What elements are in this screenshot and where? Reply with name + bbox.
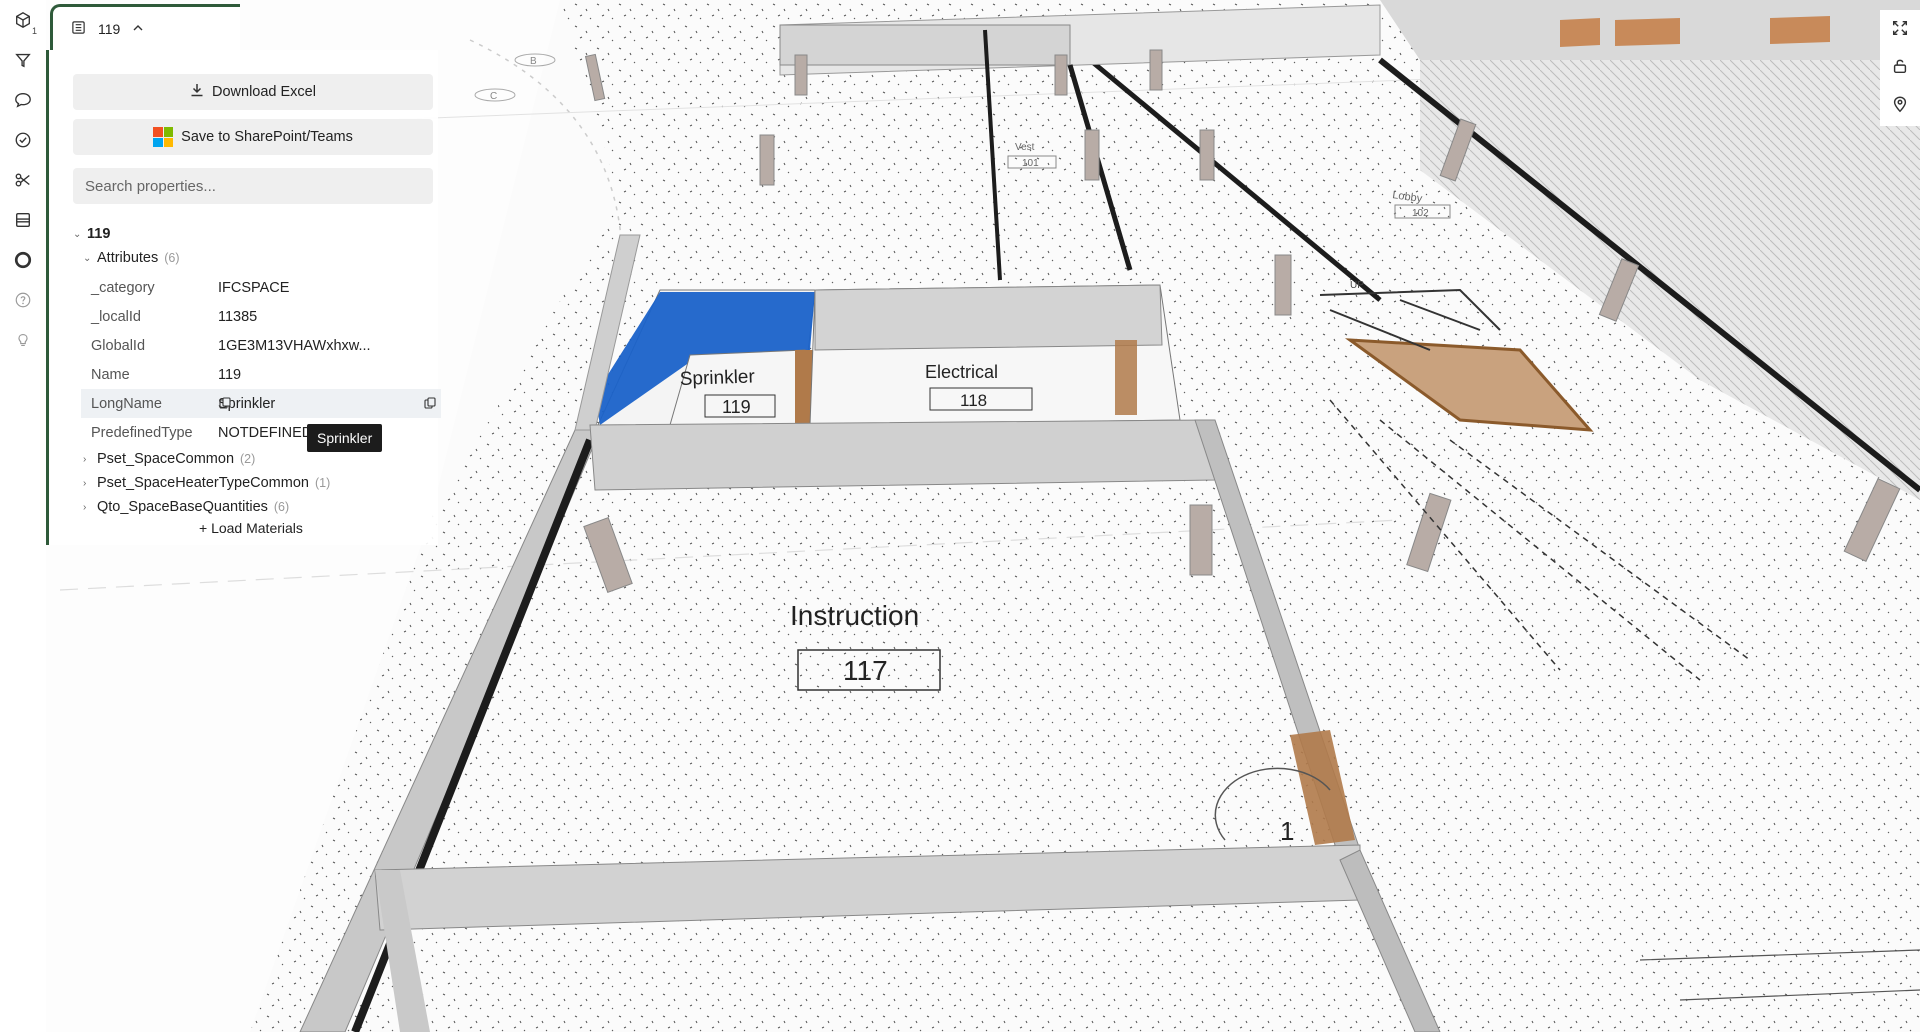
property-row[interactable]: _localId 11385 (81, 302, 441, 331)
attributes-label: Attributes (97, 250, 159, 266)
scissors-icon (14, 171, 32, 194)
load-materials-button[interactable]: + Load Materials (199, 520, 303, 536)
grid-mark-b: B (530, 56, 537, 67)
chevron-down-icon: ⌄ (73, 228, 82, 240)
fullscreen-icon (1891, 19, 1909, 42)
ghost-toggle-icon (14, 251, 32, 274)
cube-icon (14, 11, 32, 34)
pset-node[interactable]: › Pset_SpaceHeaterTypeCommon (1) (83, 471, 330, 495)
property-key: LongName (91, 395, 162, 412)
chevron-right-icon: › (83, 453, 87, 465)
unlock-icon (1891, 57, 1909, 80)
room-label-instruction-name: Instruction (790, 600, 919, 631)
cube-badge: 1 (31, 26, 37, 36)
property-value: 11385 (218, 308, 258, 325)
pset-node[interactable]: › Qto_SpaceBaseQuantities (6) (83, 495, 289, 519)
room-label-vest-number: 101 (1022, 158, 1039, 169)
left-toolbar: 1 (0, 0, 46, 1032)
download-excel-label: Download Excel (212, 84, 316, 100)
tree-root-node[interactable]: ⌄ 119 (73, 222, 110, 246)
room-label-sprinkler-number: 119 (722, 397, 751, 417)
issues-tool[interactable] (9, 130, 37, 154)
property-row[interactable]: _category IFCSPACE (81, 273, 441, 302)
location-button[interactable] (1886, 94, 1914, 118)
property-row[interactable]: GlobalId 1GE3M13VHAWxhxw... (81, 331, 441, 360)
save-sharepoint-button[interactable]: Save to SharePoint/Teams (73, 119, 433, 155)
property-key: GlobalId (91, 337, 146, 354)
property-key: PredefinedType (91, 424, 193, 441)
model-tree-tool[interactable]: 1 (9, 10, 37, 36)
chevron-right-icon: › (83, 477, 87, 489)
properties-tab[interactable]: 119 (50, 4, 240, 50)
pset-label: Qto_SpaceBaseQuantities (97, 499, 268, 515)
help-icon (14, 291, 32, 314)
fullscreen-button[interactable] (1886, 18, 1914, 42)
chevron-right-icon: › (83, 501, 87, 513)
property-value: NOTDEFINED (218, 424, 313, 441)
pset-label: Pset_SpaceCommon (97, 451, 235, 467)
copy-value-icon[interactable] (424, 397, 436, 409)
pset-count: (1) (314, 476, 331, 490)
attributes-node[interactable]: ⌄ Attributes (6) (83, 246, 180, 270)
value-tooltip: Sprinkler (307, 424, 383, 452)
copy-key-icon[interactable] (219, 397, 231, 409)
table-icon (71, 20, 86, 38)
tab-title: 119 (98, 20, 121, 37)
room-label-vest-name: Vest (1015, 142, 1035, 153)
chevron-down-icon: ⌄ (83, 252, 92, 264)
room-label-corridor-number: 1 (1280, 816, 1294, 846)
room-label-instruction-number: 117 (843, 655, 888, 686)
clipping-tool[interactable] (9, 170, 37, 194)
download-icon (190, 83, 204, 101)
property-key: _localId (91, 308, 141, 325)
properties-panel: 119 Download Excel Save to SharePoint/Te… (46, 0, 441, 545)
attributes-count: (6) (164, 251, 180, 265)
property-value: 119 (218, 366, 242, 383)
comment-icon (14, 91, 32, 114)
comments-tool[interactable] (9, 90, 37, 114)
room-label-lobby-number: 102 (1412, 208, 1429, 219)
section-tool[interactable] (9, 210, 37, 234)
tree-root-label: 119 (87, 226, 111, 242)
filter-icon (14, 51, 32, 74)
save-sharepoint-label: Save to SharePoint/Teams (181, 129, 353, 145)
grid-mark-c: C (490, 91, 497, 102)
room-label-electrical-name: Electrical (925, 362, 998, 382)
lightbulb-icon (14, 331, 32, 354)
filter-tool[interactable] (9, 50, 37, 74)
property-key: _category (91, 279, 155, 296)
search-properties-input[interactable] (73, 168, 433, 204)
lock-button[interactable] (1886, 56, 1914, 80)
pset-count: (6) (273, 500, 290, 514)
property-row[interactable]: Name 119 (81, 360, 441, 389)
pset-node[interactable]: › Pset_SpaceCommon (2) (83, 447, 255, 471)
properties-body: Download Excel Save to SharePoint/Teams … (46, 50, 441, 545)
pset-count: (2) (240, 452, 256, 466)
ghost-tool[interactable] (9, 250, 37, 274)
right-toolbar (1880, 10, 1920, 126)
tips-tool[interactable] (9, 330, 37, 354)
help-tool[interactable] (9, 290, 37, 314)
check-circle-icon (14, 131, 32, 154)
pset-label: Pset_SpaceHeaterTypeCommon (97, 475, 309, 491)
room-label-electrical-number: 118 (960, 391, 987, 410)
property-key: Name (91, 366, 130, 383)
chevron-up-icon[interactable] (132, 21, 144, 37)
section-box-icon (14, 211, 32, 234)
room-label-sprinkler-name: Sprinkler (679, 366, 755, 390)
property-value: IFCSPACE (218, 279, 290, 296)
property-value: 1GE3M13VHAWxhxw... (218, 337, 371, 354)
microsoft-logo-icon (153, 127, 174, 147)
property-row[interactable]: PredefinedType NOTDEFINED (81, 418, 441, 447)
location-pin-icon (1891, 95, 1909, 118)
property-row-hovered[interactable]: LongName Sprinkler (81, 389, 441, 418)
download-excel-button[interactable]: Download Excel (73, 74, 433, 110)
stair-up-label: UP (1350, 280, 1364, 291)
